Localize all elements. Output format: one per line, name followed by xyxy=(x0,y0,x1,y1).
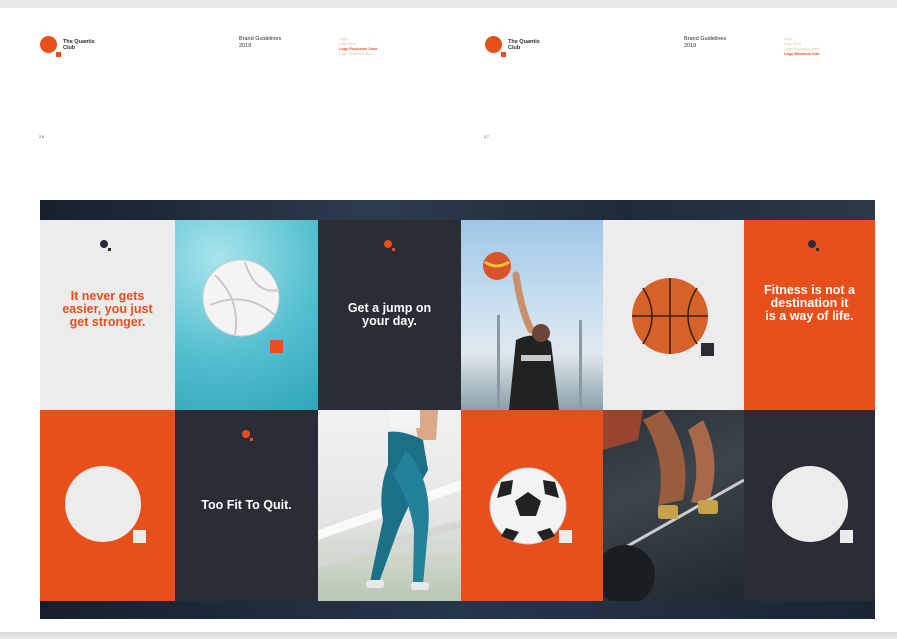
basketball-player-illustration xyxy=(483,252,582,410)
quantis-logo-icon xyxy=(485,36,506,57)
right-menu-item-active[interactable]: Logo Minimum Size xyxy=(784,52,844,57)
soccer-ball-tile xyxy=(461,410,603,601)
quantis-logo-icon xyxy=(808,240,819,251)
basketball-icon xyxy=(632,278,714,356)
weightlifter-illustration xyxy=(603,410,744,601)
brand-circle-shape xyxy=(772,466,848,542)
runner-illustration xyxy=(318,410,461,590)
volleyball-photo xyxy=(175,220,318,410)
left-section-menu: Logo Logo Grid Logo Exclusion Zone Logo … xyxy=(339,37,399,57)
circle-tile-dark xyxy=(744,410,875,601)
quote-text-2: Get a jump on your day. xyxy=(347,301,432,328)
brand-square-shape xyxy=(840,530,853,543)
left-menu-item[interactable]: Logo Minimum Size xyxy=(339,52,399,57)
right-logo-text: The Quantis Club xyxy=(508,39,540,51)
board-bottom-band xyxy=(40,601,875,619)
right-page-number: 27 xyxy=(484,134,490,139)
quote-tile-4: Too Fit To Quit. xyxy=(175,410,318,601)
quote-tile-1: It never gets easier, you just get stron… xyxy=(40,220,175,410)
brand-guidelines-spread: The Quantis Club Brand Guidelines 2019 L… xyxy=(0,8,897,634)
right-section-menu: Logo Logo Grid Logo Exclusion Zone Logo … xyxy=(784,37,844,57)
quote-text-4: Too Fit To Quit. xyxy=(201,498,292,512)
brand-circle-shape xyxy=(65,466,141,542)
basketball-player-photo xyxy=(461,220,603,410)
quantis-logo-icon xyxy=(242,430,253,441)
soccer-ball-icon xyxy=(489,467,572,545)
weightlifter-photo xyxy=(603,410,744,601)
brand-square-shape xyxy=(133,530,146,543)
left-logo-text: The Quantis Club xyxy=(63,39,95,51)
quantis-logo-icon xyxy=(40,36,61,57)
volleyball-icon xyxy=(202,259,283,353)
basketball-tile xyxy=(603,220,744,410)
board-top-band xyxy=(40,200,875,220)
left-page-number: 26 xyxy=(39,134,45,139)
page-shadow xyxy=(0,632,897,639)
left-meta: Brand Guidelines 2019 xyxy=(239,36,282,49)
quote-text-3: Fitness is not a destination it is a way… xyxy=(764,283,855,323)
right-meta: Brand Guidelines 2019 xyxy=(684,36,727,49)
runner-photo xyxy=(318,410,461,601)
quote-tile-2: Get a jump on your day. xyxy=(318,220,461,410)
social-media-mockup-board: It never gets easier, you just get stron… xyxy=(40,200,875,619)
quantis-logo-icon xyxy=(384,240,395,251)
right-logo: The Quantis Club xyxy=(485,36,540,57)
quote-tile-3: Fitness is not a destination it is a way… xyxy=(744,220,875,410)
left-logo: The Quantis Club xyxy=(40,36,95,57)
quote-text-1: It never gets easier, you just get stron… xyxy=(62,289,153,329)
quantis-logo-icon xyxy=(100,240,111,251)
circle-tile-orange xyxy=(40,410,175,601)
